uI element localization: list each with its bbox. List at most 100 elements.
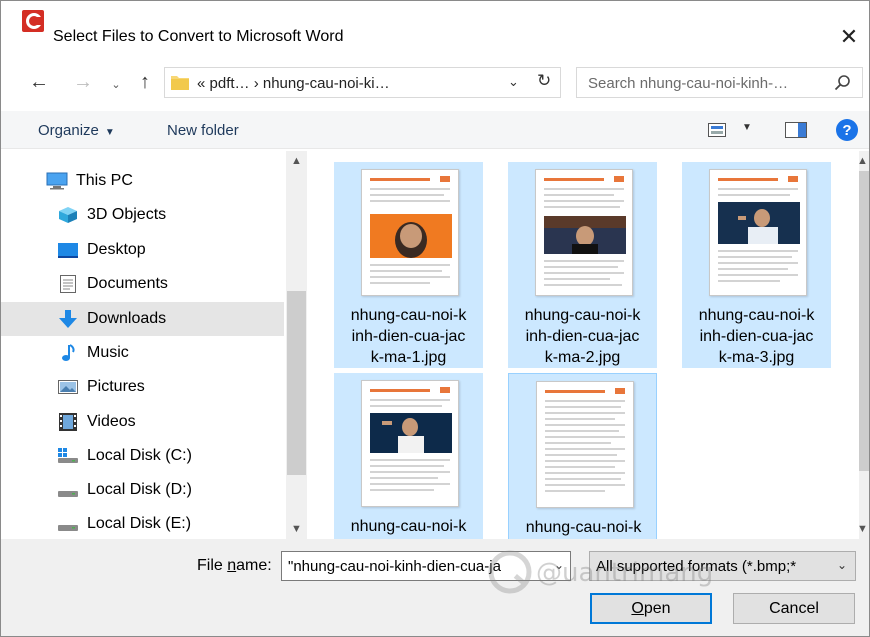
sidebar-item-music[interactable]: Music [1,336,284,370]
folder-icon [171,76,189,90]
new-folder-button[interactable]: New folder [167,122,239,139]
sidebar-item-downloads[interactable]: Downloads [1,302,284,336]
arrow-up-icon: ↑ [140,70,150,93]
forward-button[interactable]: → [72,71,94,93]
file-dialog: Select Files to Convert to Microsoft Wor… [0,0,870,637]
document-icon [60,275,76,293]
scroll-down-icon[interactable]: ▼ [857,523,868,535]
pc-icon [46,172,68,190]
file-thumbnail [361,380,459,507]
disk-icon [58,525,78,531]
address-path[interactable]: « pdft… › nhung-cau-noi-ki… [197,75,390,92]
scroll-down-icon[interactable]: ▼ [286,523,307,535]
file-name-label: File name: [197,557,272,574]
file-thumbnail [361,169,459,296]
music-icon [62,344,75,361]
window-title: Select Files to Convert to Microsoft Wor… [53,28,344,45]
sidebar-item-label: Local Disk (D:) [87,481,192,498]
sidebar-item-local-disk-c[interactable]: Local Disk (C:) [1,439,284,473]
up-button[interactable]: ↑ [134,71,156,93]
chevron-down-icon[interactable]: ⌄ [508,74,519,90]
sidebar-item-documents[interactable]: Documents [1,267,284,301]
chevron-down-icon: ⌄ [111,78,121,91]
sidebar-item-local-disk-e[interactable]: Local Disk (E:) [1,507,284,541]
open-button[interactable]: Open [590,593,712,624]
organize-button[interactable]: Organize ▼ [38,122,115,139]
cancel-button[interactable]: Cancel [733,593,855,624]
dialog-footer: File name: "nhung-cau-noi-kinh-dien-cua-… [1,539,869,636]
desktop-icon [58,243,78,258]
back-button[interactable]: ← [28,71,50,93]
navigation-scrollbar[interactable]: ▲ ▼ [286,151,307,539]
file-tile-5[interactable]: nhung-cau-noi-k [508,373,657,539]
file-type-select[interactable]: All supported formats (*.bmp;* ⌄ [589,551,856,581]
file-name-label: nhung-cau-noi-k inh-dien-cua-jac k-ma-3.jp… [698,307,815,366]
preview-pane-icon[interactable] [785,122,807,138]
search-box[interactable]: Search nhung-cau-noi-kinh-… [576,67,863,98]
disk-icon [58,491,78,497]
file-name-label: nhung-cau-noi-k [525,519,642,536]
sidebar-item-label: 3D Objects [87,206,167,223]
sidebar-item-3d-objects[interactable]: 3D Objects [1,198,284,232]
pictures-icon [58,380,78,394]
sidebar-item-label: Local Disk (C:) [87,447,192,464]
cube-icon [59,207,77,223]
scrollbar-thumb[interactable] [287,291,306,475]
sidebar-item-label: This PC [76,172,133,189]
file-name-label: nhung-cau-noi-k inh-dien-cua-jac k-ma-2.jp… [524,307,641,366]
organize-label: Organize [38,122,99,139]
file-thumbnail [535,169,633,296]
help-icon[interactable]: ? [836,119,858,141]
sidebar-item-label: Music [87,344,129,361]
sidebar-item-label: Desktop [87,241,146,258]
file-tile-4[interactable]: nhung-cau-noi-k [334,373,483,539]
sidebar-item-videos[interactable]: Videos [1,405,284,439]
chevron-down-icon[interactable]: ⌄ [554,558,564,572]
caret-down-icon: ▼ [104,127,115,138]
address-bar[interactable]: « pdft… › nhung-cau-noi-ki… ⌄ ↻ [164,67,561,98]
download-icon [59,310,77,328]
view-mode-icon[interactable] [708,123,726,137]
file-name-label: nhung-cau-noi-k [350,518,467,535]
file-tile-1[interactable]: nhung-cau-noi-k inh-dien-cua-jac k-ma-1.jp… [334,162,483,368]
scroll-up-icon[interactable]: ▲ [286,155,307,167]
app-logo-icon [22,10,44,32]
file-tile-3[interactable]: nhung-cau-noi-k inh-dien-cua-jac k-ma-3.jp… [682,162,831,368]
close-icon: ✕ [839,24,859,49]
arrow-right-icon: → [73,70,93,93]
sidebar-item-label: Pictures [87,378,145,395]
sidebar-item-local-disk-d[interactable]: Local Disk (D:) [1,473,284,507]
sidebar-item-label: Local Disk (E:) [87,515,192,532]
file-list: nhung-cau-noi-k inh-dien-cua-jac k-ma-1.jp… [307,151,859,539]
system-disk-icon [58,448,78,463]
sidebar-item-pictures[interactable]: Pictures [1,370,284,404]
sidebar-item-label: Videos [87,413,136,430]
recent-locations-button[interactable]: ⌄ [105,73,127,95]
file-list-scrollbar[interactable]: ▲ ▼ [857,151,869,539]
file-tile-2[interactable]: nhung-cau-noi-k inh-dien-cua-jac k-ma-2.jp… [508,162,657,368]
file-type-value: All supported formats (*.bmp;* [596,558,797,575]
search-icon[interactable] [834,74,852,92]
search-input[interactable]: Search nhung-cau-noi-kinh-… [588,75,788,92]
file-thumbnail [536,381,634,508]
scrollbar-thumb[interactable] [859,171,869,471]
arrow-left-icon: ← [29,70,49,93]
address-row: ← → ⌄ ↑ « pdft… › nhung-cau-noi-ki… ⌄ ↻ … [1,63,869,103]
video-icon [59,413,77,431]
file-name-input[interactable]: "nhung-cau-noi-kinh-dien-cua-ja ⌄ [281,551,571,581]
sidebar-item-this-pc[interactable]: This PC [1,164,284,198]
sidebar-item-label: Documents [87,275,168,292]
chevron-down-icon: ⌄ [836,558,847,572]
sidebar-item-label: Downloads [87,310,167,327]
file-name-value[interactable]: "nhung-cau-noi-kinh-dien-cua-ja [288,558,550,575]
refresh-icon[interactable]: ↻ [537,71,551,91]
file-name-label: nhung-cau-noi-k inh-dien-cua-jac k-ma-1.jp… [350,307,467,366]
close-button[interactable]: ✕ [829,19,869,55]
sidebar-item-desktop[interactable]: Desktop [1,233,284,267]
command-bar: Organize ▼ New folder ▼ ? [1,111,869,149]
title-bar: Select Files to Convert to Microsoft Wor… [1,1,869,49]
scroll-up-icon[interactable]: ▲ [857,155,868,167]
navigation-pane: This PC 3D Objects Desktop Documents Dow… [1,151,307,539]
view-caret-icon[interactable]: ▼ [742,122,752,133]
file-thumbnail [709,169,807,296]
